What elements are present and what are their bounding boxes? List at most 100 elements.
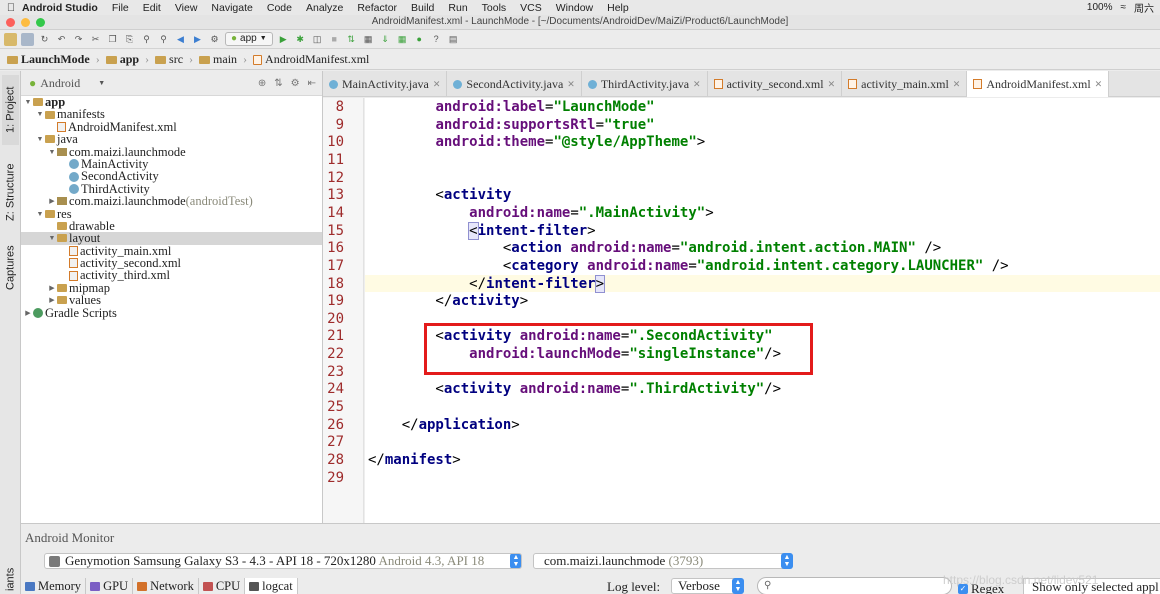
hide-panel-icon[interactable]: ⇤ bbox=[308, 78, 316, 89]
menu-item-file[interactable]: File bbox=[112, 2, 129, 14]
tab-build-variants[interactable]: iants bbox=[2, 565, 19, 594]
code-line[interactable]: android:supportsRtl="true" bbox=[368, 117, 654, 133]
code-line[interactable]: <activity bbox=[368, 187, 511, 203]
sync-icon[interactable]: ↻ bbox=[38, 33, 51, 46]
code-editor[interactable]: 8 android:label="LaunchMode" 9 android:su… bbox=[323, 98, 1160, 523]
avd-manager-icon[interactable]: ▦ bbox=[396, 33, 409, 46]
attach-debugger-icon[interactable]: ◫ bbox=[311, 33, 324, 46]
tab-project[interactable]: 1: Project bbox=[2, 75, 19, 145]
menu-item-view[interactable]: View bbox=[175, 2, 198, 14]
menu-item-code[interactable]: Code bbox=[267, 2, 292, 14]
code-line[interactable]: </activity> bbox=[368, 293, 528, 309]
device-select[interactable]: Genymotion Samsung Galaxy S3 - 4.3 - API… bbox=[44, 553, 522, 569]
tree-item[interactable]: ▶ mipmap bbox=[21, 281, 322, 294]
scroll-from-source-icon[interactable]: ⊕ bbox=[258, 78, 266, 89]
tree-item[interactable]: drawable bbox=[21, 219, 322, 232]
redo-icon[interactable]: ↷ bbox=[72, 33, 85, 46]
code-line[interactable]: android:launchMode="singleInstance"/> bbox=[368, 346, 781, 362]
tab-structure[interactable]: Z: Structure bbox=[2, 155, 19, 229]
menu-item-tools[interactable]: Tools bbox=[482, 2, 507, 14]
code-line[interactable]: </application> bbox=[368, 417, 520, 433]
menu-item-window[interactable]: Window bbox=[556, 2, 593, 14]
expanded-arrow-icon[interactable]: ▼ bbox=[47, 232, 57, 244]
code-line[interactable]: android:name=".MainActivity"> bbox=[368, 205, 713, 221]
tree-item[interactable]: ▶ com.maizi.launchmode (androidTest) bbox=[21, 195, 322, 208]
replace-icon[interactable]: ⚲ bbox=[157, 33, 170, 46]
editor-tab[interactable]: MainActivity.java ✕ bbox=[323, 71, 448, 97]
menu-item-help[interactable]: Help bbox=[607, 2, 629, 14]
expanded-arrow-icon[interactable]: ▼ bbox=[35, 208, 45, 220]
editor-tab[interactable]: SecondActivity.java ✕ bbox=[447, 71, 582, 97]
back-icon[interactable]: ◀ bbox=[174, 33, 187, 46]
tab-captures[interactable]: Captures bbox=[2, 237, 19, 299]
expanded-arrow-icon[interactable]: ▼ bbox=[35, 133, 45, 145]
project-view-select[interactable]: Android bbox=[40, 76, 80, 91]
tree-item[interactable]: ▼ manifests bbox=[21, 108, 322, 121]
editor-tab[interactable]: ThirdActivity.java ✕ bbox=[582, 71, 708, 97]
menu-item-navigate[interactable]: Navigate bbox=[211, 2, 252, 14]
editor-tab[interactable]: activity_second.xml ✕ bbox=[708, 71, 843, 97]
forward-icon[interactable]: ▶ bbox=[191, 33, 204, 46]
tree-item[interactable]: ▼ layout bbox=[21, 232, 322, 245]
code-line[interactable]: </manifest> bbox=[368, 452, 461, 468]
editor-tab[interactable]: activity_main.xml ✕ bbox=[842, 71, 968, 97]
tree-item[interactable]: ▼ com.maizi.launchmode bbox=[21, 145, 322, 158]
close-icon[interactable]: ✕ bbox=[1095, 79, 1103, 90]
cut-icon[interactable]: ✂ bbox=[89, 33, 102, 46]
sdk-manager-icon[interactable]: ⇓ bbox=[379, 33, 392, 46]
collapse-all-icon[interactable]: ⇅ bbox=[274, 78, 282, 89]
logcat-search-input[interactable]: ⚲ bbox=[757, 577, 952, 594]
close-icon[interactable]: ✕ bbox=[828, 79, 836, 90]
project-structure-icon[interactable]: ▦ bbox=[362, 33, 375, 46]
debug-icon[interactable]: ✱ bbox=[294, 33, 307, 46]
code-line[interactable]: <action android:name="android.intent.act… bbox=[368, 240, 941, 256]
device-monitor-icon[interactable]: ● bbox=[413, 33, 426, 46]
tree-item[interactable]: ▼ res bbox=[21, 207, 322, 220]
expanded-arrow-icon[interactable]: ▼ bbox=[47, 146, 57, 158]
tab-memory[interactable]: Memory bbox=[21, 578, 87, 594]
code-line[interactable]: <activity android:name=".SecondActivity" bbox=[368, 328, 772, 344]
code-line[interactable]: <intent-filter> bbox=[368, 221, 596, 240]
tree-item[interactable]: ▶ values bbox=[21, 294, 322, 307]
tree-item[interactable]: MainActivity bbox=[21, 157, 322, 170]
expanded-arrow-icon[interactable]: ▼ bbox=[23, 96, 33, 108]
run-config-select[interactable]: ● app ▼ bbox=[225, 32, 273, 46]
find-icon[interactable]: ⚲ bbox=[140, 33, 153, 46]
tree-item[interactable]: activity_third.xml bbox=[21, 269, 322, 282]
breadcrumb-item[interactable]: app › bbox=[103, 52, 152, 67]
log-level-select[interactable]: Verbose ▲ ▼ bbox=[671, 578, 744, 594]
gear-icon[interactable]: ⚙ bbox=[291, 78, 300, 89]
copy-icon[interactable]: ❐ bbox=[106, 33, 119, 46]
breadcrumb-item[interactable]: main › bbox=[196, 52, 250, 67]
tab-network[interactable]: Network bbox=[133, 578, 199, 594]
open-folder-icon[interactable] bbox=[4, 32, 17, 46]
menu-item-analyze[interactable]: Analyze bbox=[306, 2, 343, 14]
run-icon[interactable]: ▶ bbox=[277, 33, 290, 46]
editor-tab[interactable]: AndroidManifest.xml ✕ bbox=[967, 71, 1110, 97]
close-icon[interactable]: ✕ bbox=[693, 79, 701, 90]
apple-menu-icon[interactable]:  bbox=[0, 2, 22, 14]
tree-item[interactable]: ▶ Gradle Scripts bbox=[21, 306, 322, 319]
close-icon[interactable]: ✕ bbox=[953, 79, 961, 90]
undo-icon[interactable]: ↶ bbox=[55, 33, 68, 46]
tree-item[interactable]: SecondActivity bbox=[21, 170, 322, 183]
help-icon[interactable]: ? bbox=[430, 33, 443, 46]
collapsed-arrow-icon[interactable]: ▶ bbox=[23, 307, 33, 319]
tree-item[interactable]: activity_second.xml bbox=[21, 257, 322, 270]
collapsed-arrow-icon[interactable]: ▶ bbox=[47, 294, 57, 306]
breadcrumb-item[interactable]: LaunchMode › bbox=[4, 52, 103, 67]
close-icon[interactable]: ✕ bbox=[433, 79, 441, 90]
breadcrumb-item[interactable]: src › bbox=[152, 52, 196, 67]
sync-gradle-icon[interactable]: ⇅ bbox=[345, 33, 358, 46]
tree-item[interactable]: ▼ java bbox=[21, 133, 322, 146]
menu-item-refactor[interactable]: Refactor bbox=[357, 2, 397, 14]
close-icon[interactable]: ✕ bbox=[567, 79, 575, 90]
tab-gpu[interactable]: GPU bbox=[86, 578, 134, 594]
expanded-arrow-icon[interactable]: ▼ bbox=[35, 108, 45, 120]
code-line[interactable]: <category android:name="android.intent.c… bbox=[368, 258, 1009, 274]
code-line[interactable]: android:label="LaunchMode" bbox=[368, 99, 654, 115]
tab-logcat[interactable]: logcat bbox=[245, 578, 298, 594]
collapsed-arrow-icon[interactable]: ▶ bbox=[47, 282, 57, 294]
paste-icon[interactable]: ⎘ bbox=[123, 33, 136, 46]
code-line[interactable]: <activity android:name=".ThirdActivity"/… bbox=[368, 381, 781, 397]
